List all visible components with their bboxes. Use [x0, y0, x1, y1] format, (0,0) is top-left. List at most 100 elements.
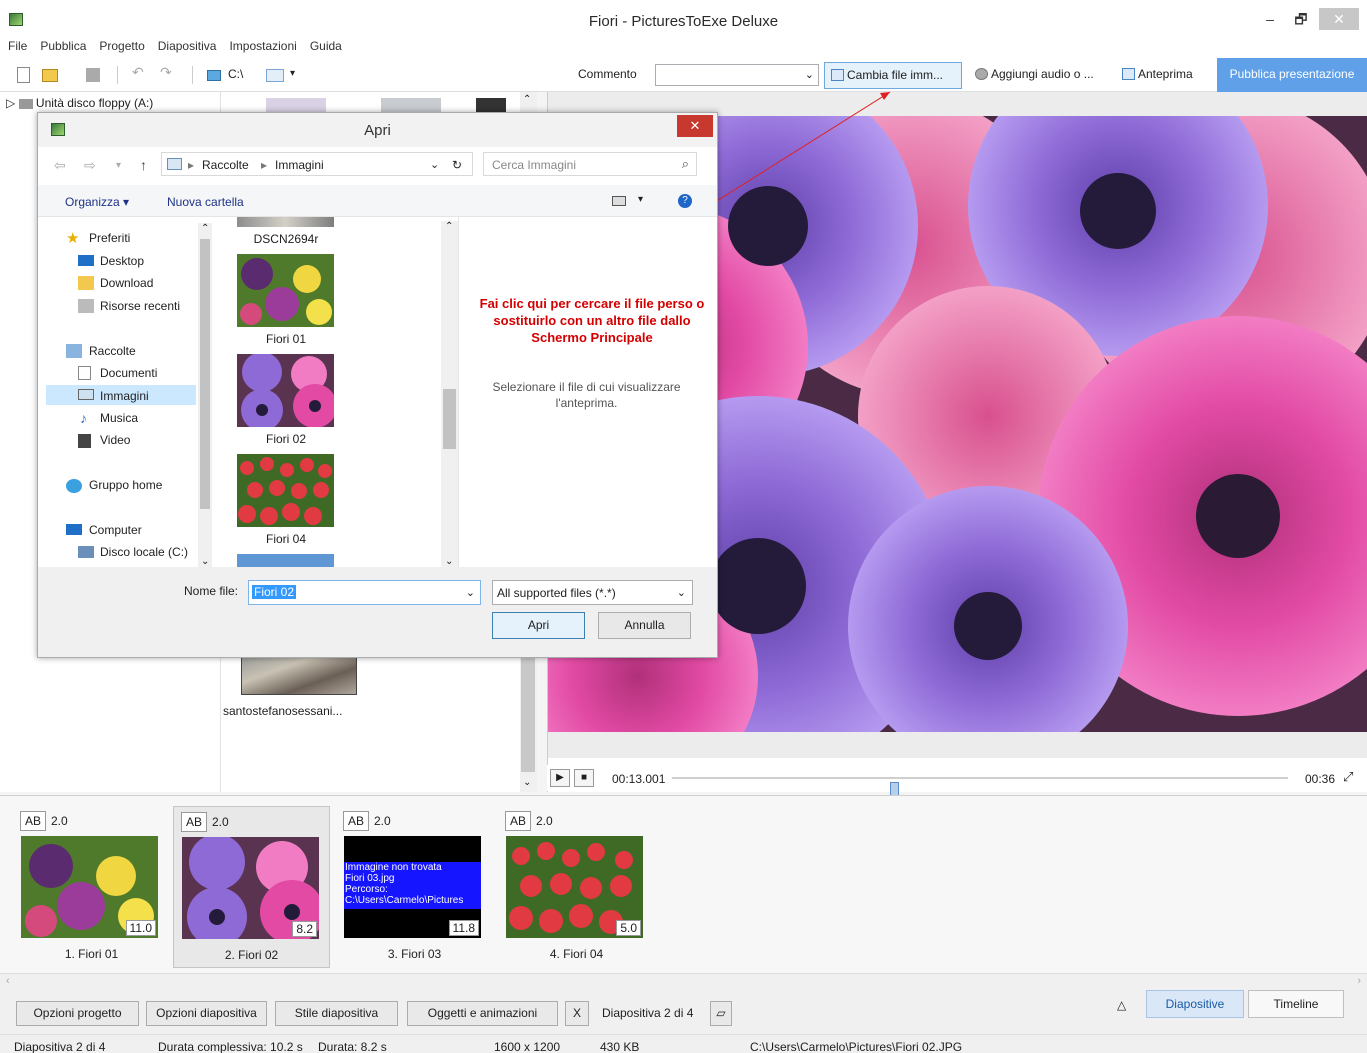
menu-project[interactable]: Progetto — [91, 36, 149, 53]
menu-file[interactable]: File — [0, 36, 32, 53]
transition-tag[interactable]: AB — [343, 811, 370, 831]
transition-tag[interactable]: AB — [181, 812, 208, 832]
new-folder-button[interactable]: Nuova cartella — [167, 195, 244, 209]
drive-label[interactable]: C:\ — [228, 67, 243, 81]
nav-desktop[interactable]: Desktop — [100, 254, 144, 268]
file-thumbnail[interactable] — [237, 454, 334, 527]
file-label[interactable]: DSCN2694r — [213, 232, 359, 246]
filename-value[interactable]: Fiori 02 — [252, 585, 297, 599]
file-thumbnail[interactable] — [476, 98, 506, 112]
nav-computer[interactable]: Computer — [89, 523, 142, 537]
scroll-thumb[interactable] — [200, 239, 210, 509]
add-audio-button[interactable]: Aggiungi audio o ... — [969, 62, 1109, 89]
nav-recent[interactable]: Risorse recenti — [100, 299, 180, 313]
slide-thumbnail[interactable]: 11.0 — [21, 836, 158, 938]
maximize-button[interactable]: 🗗 — [1283, 8, 1319, 30]
play-button[interactable]: ▶ — [550, 769, 570, 787]
file-thumbnail[interactable] — [237, 217, 334, 227]
scroll-left-icon[interactable]: ‹ — [6, 975, 10, 987]
tree-item-floppy[interactable]: ▷ Unità disco floppy (A:) — [6, 96, 153, 110]
x-button[interactable]: X — [565, 1001, 589, 1026]
nav-favorites[interactable]: Preferiti — [89, 231, 130, 245]
address-bar[interactable]: ▸ Raccolte ▸ Immagini ⌄ ↻ — [161, 152, 473, 176]
comment-select[interactable]: ⌄ — [655, 64, 819, 86]
address-dropdown-icon[interactable]: ⌄ — [430, 158, 439, 171]
menu-slide[interactable]: Diapositiva — [150, 36, 222, 53]
view-options-icon[interactable] — [612, 196, 626, 206]
stop-button[interactable]: ■ — [574, 769, 594, 787]
nav-libraries[interactable]: Raccolte — [89, 344, 136, 358]
undo-icon[interactable]: ↶ — [132, 64, 144, 81]
collapse-icon[interactable]: △ — [1117, 998, 1126, 1012]
file-label[interactable]: Fiori 04 — [213, 532, 359, 546]
nav-music[interactable]: Musica — [100, 411, 138, 425]
scroll-right-icon[interactable]: › — [1357, 975, 1361, 987]
file-thumbnail[interactable] — [381, 98, 441, 112]
slide-item[interactable]: AB 2.0 8.2 2. Fiori 02 — [173, 806, 330, 968]
slide-thumbnail-missing[interactable]: Immagine non trovata Fiori 03.jpg Percor… — [344, 836, 481, 938]
slide-options-button[interactable]: Opzioni diapositiva — [146, 1001, 267, 1026]
tab-timeline[interactable]: Timeline — [1248, 990, 1344, 1018]
nav-download[interactable]: Download — [100, 276, 153, 290]
publish-button[interactable]: Pubblica presentazione — [1217, 58, 1367, 92]
comment-icon[interactable]: ▱ — [710, 1001, 732, 1026]
file-thumbnail[interactable] — [237, 554, 334, 567]
file-thumbnail[interactable] — [237, 254, 334, 327]
menu-help[interactable]: Guida — [302, 36, 347, 53]
file-thumbnail[interactable] — [266, 98, 326, 112]
address-segment[interactable]: Raccolte — [202, 158, 249, 172]
help-icon[interactable]: ? — [678, 194, 692, 208]
drive-icon[interactable] — [207, 70, 221, 81]
timeline-slider[interactable] — [672, 777, 1288, 797]
menu-settings[interactable]: Impostazioni — [221, 36, 301, 53]
nav-documents[interactable]: Documenti — [100, 366, 157, 380]
slide-item[interactable]: AB 2.0 5.0 4. Fiori 04 — [498, 806, 655, 968]
cancel-button[interactable]: Annulla — [598, 612, 691, 639]
menu-publish[interactable]: Pubblica — [32, 36, 91, 53]
nav-homegroup[interactable]: Gruppo home — [89, 478, 162, 492]
slide-item[interactable]: AB 2.0 Immagine non trovata Fiori 03.jpg… — [336, 806, 493, 968]
back-icon[interactable]: ⇦ — [54, 157, 66, 174]
file-list-scrollbar[interactable]: ⌃ ⌄ — [441, 221, 458, 567]
redo-icon[interactable]: ↷ — [160, 64, 172, 81]
project-options-button[interactable]: Opzioni progetto — [16, 1001, 139, 1026]
view-mode-icon[interactable] — [266, 69, 284, 82]
slide-thumbnail[interactable]: 5.0 — [506, 836, 643, 938]
new-file-icon[interactable] — [17, 67, 30, 83]
save-icon[interactable] — [86, 68, 100, 82]
scroll-thumb[interactable] — [521, 652, 535, 772]
file-label[interactable]: Fiori 02 — [213, 432, 359, 446]
preview-button[interactable]: Anteprima — [1116, 62, 1212, 89]
tab-slides[interactable]: Diapositive — [1146, 990, 1244, 1018]
change-file-button[interactable]: Cambia file imm... — [824, 62, 962, 89]
scroll-thumb[interactable] — [443, 389, 456, 449]
filename-input[interactable]: Fiori 02 ⌄ — [248, 580, 481, 605]
slide-style-button[interactable]: Stile diapositiva — [275, 1001, 398, 1026]
transition-tag[interactable]: AB — [505, 811, 532, 831]
navigation-pane-scrollbar[interactable]: ⌃ ⌄ — [198, 223, 212, 567]
address-segment[interactable]: Immagini — [275, 158, 324, 172]
dialog-close-button[interactable]: ✕ — [677, 115, 713, 137]
fullscreen-icon[interactable]: ⤢ — [1343, 769, 1353, 785]
search-input[interactable]: Cerca Immagini ⌕ — [483, 152, 697, 176]
nav-local-disk[interactable]: Disco locale (C:) — [100, 545, 188, 559]
chevron-down-icon[interactable]: ⌄ — [466, 586, 475, 599]
view-dropdown-icon[interactable]: ▾ — [638, 194, 643, 205]
scroll-up-icon[interactable]: ⌃ — [523, 94, 531, 105]
view-mode-chevron-icon[interactable]: ▾ — [290, 68, 295, 79]
objects-animations-button[interactable]: Oggetti e animazioni — [407, 1001, 558, 1026]
slide-item[interactable]: AB 2.0 11.0 1. Fiori 01 — [13, 806, 170, 968]
nav-video[interactable]: Video — [100, 433, 130, 447]
up-icon[interactable]: ↑ — [140, 157, 147, 173]
organize-button[interactable]: Organizza ▾ — [65, 195, 129, 209]
slides-scrollbar[interactable]: ‹ › — [0, 973, 1367, 990]
open-folder-icon[interactable] — [42, 69, 58, 82]
filetype-select[interactable]: All supported files (*.*) ⌄ — [492, 580, 693, 605]
close-button[interactable]: ✕ — [1319, 8, 1359, 30]
transition-tag[interactable]: AB — [20, 811, 47, 831]
slide-thumbnail[interactable]: 8.2 — [182, 837, 319, 939]
file-thumbnail[interactable] — [237, 354, 334, 427]
nav-images[interactable]: Immagini — [100, 389, 149, 403]
file-label[interactable]: Fiori 01 — [213, 332, 359, 346]
open-button[interactable]: Apri — [492, 612, 585, 639]
